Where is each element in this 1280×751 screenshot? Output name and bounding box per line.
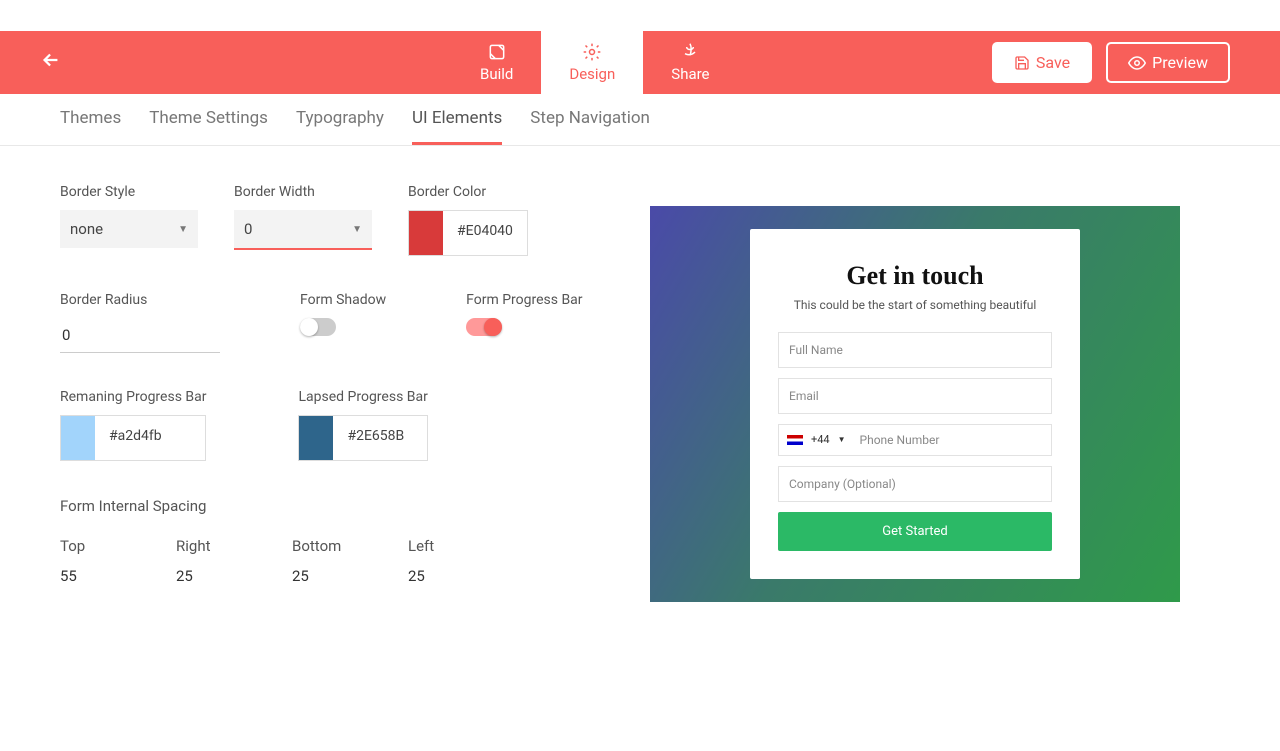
phone-placeholder: Phone Number bbox=[860, 433, 940, 447]
top-bar: Build Design Share Save Preview bbox=[0, 31, 1280, 94]
tab-build-label: Build bbox=[480, 65, 513, 83]
get-started-button[interactable]: Get Started bbox=[778, 512, 1052, 551]
tab-share[interactable]: Share bbox=[643, 31, 737, 94]
preview-label: Preview bbox=[1152, 53, 1208, 72]
chevron-down-icon: ▼ bbox=[838, 435, 846, 444]
chevron-down-icon: ▼ bbox=[352, 224, 362, 235]
border-style-label: Border Style bbox=[60, 184, 198, 200]
subnav-typography[interactable]: Typography bbox=[296, 108, 384, 145]
save-icon bbox=[1014, 55, 1030, 71]
country-code[interactable]: +44 bbox=[811, 433, 830, 446]
lapsed-color-swatch[interactable] bbox=[299, 416, 333, 460]
tab-build[interactable]: Build bbox=[452, 31, 541, 94]
border-width-label: Border Width bbox=[234, 184, 372, 200]
settings-panel: Border Style none ▼ Border Width 0 ▼ Bor… bbox=[0, 146, 650, 602]
tab-share-label: Share bbox=[671, 65, 709, 83]
spacing-right-label: Right bbox=[176, 537, 292, 555]
border-width-select[interactable]: 0 ▼ bbox=[234, 210, 372, 250]
lapsed-color-input[interactable]: #2E658B bbox=[298, 415, 427, 461]
progress-bar-label: Form Progress Bar bbox=[466, 292, 582, 308]
eye-icon bbox=[1128, 54, 1146, 72]
form-title: Get in touch bbox=[778, 261, 1052, 291]
border-color-swatch[interactable] bbox=[409, 211, 443, 255]
remaining-color-input[interactable]: #a2d4fb bbox=[60, 415, 206, 461]
tab-design[interactable]: Design bbox=[541, 31, 643, 94]
border-width-value: 0 bbox=[244, 220, 252, 238]
save-label: Save bbox=[1036, 53, 1070, 72]
phone-field[interactable]: +44 ▼ Phone Number bbox=[778, 424, 1052, 456]
subnav-theme-settings[interactable]: Theme Settings bbox=[149, 108, 268, 145]
back-arrow-icon[interactable] bbox=[40, 49, 62, 77]
border-style-value: none bbox=[70, 220, 103, 238]
email-field[interactable]: Email bbox=[778, 378, 1052, 414]
lapsed-progress-label: Lapsed Progress Bar bbox=[298, 389, 427, 405]
main-nav: Build Design Share bbox=[452, 31, 738, 94]
border-color-input[interactable]: #E04040 bbox=[408, 210, 528, 256]
border-radius-input[interactable] bbox=[60, 318, 220, 353]
border-radius-label: Border Radius bbox=[60, 292, 220, 308]
form-subtitle: This could be the start of something bea… bbox=[778, 297, 1052, 314]
spacing-row: Top 55 Right 25 Bottom 25 Left 25 bbox=[60, 537, 650, 585]
spacing-left-value[interactable]: 25 bbox=[408, 567, 524, 585]
subnav-step-navigation[interactable]: Step Navigation bbox=[530, 108, 650, 145]
remaining-color-value: #a2d4fb bbox=[95, 416, 176, 460]
form-shadow-label: Form Shadow bbox=[300, 292, 386, 308]
subnav-ui-elements[interactable]: UI Elements bbox=[412, 108, 502, 145]
spacing-bottom-label: Bottom bbox=[292, 537, 408, 555]
remaining-progress-label: Remaning Progress Bar bbox=[60, 389, 206, 405]
form-shadow-toggle[interactable] bbox=[300, 318, 336, 336]
spacing-top-label: Top bbox=[60, 537, 176, 555]
form-card: Get in touch This could be the start of … bbox=[750, 229, 1080, 579]
sub-nav: Themes Theme Settings Typography UI Elem… bbox=[0, 94, 1280, 146]
top-actions: Save Preview bbox=[992, 42, 1230, 83]
spacing-top-value[interactable]: 55 bbox=[60, 567, 176, 585]
company-field[interactable]: Company (Optional) bbox=[778, 466, 1052, 502]
border-color-value: #E04040 bbox=[443, 211, 527, 255]
spacing-bottom-value[interactable]: 25 bbox=[292, 567, 408, 585]
spacing-left-label: Left bbox=[408, 537, 524, 555]
preview-button[interactable]: Preview bbox=[1106, 42, 1230, 83]
border-color-label: Border Color bbox=[408, 184, 528, 200]
progress-bar-toggle[interactable] bbox=[466, 318, 502, 336]
form-spacing-label: Form Internal Spacing bbox=[60, 497, 650, 515]
subnav-themes[interactable]: Themes bbox=[60, 108, 121, 145]
remaining-color-swatch[interactable] bbox=[61, 416, 95, 460]
save-button[interactable]: Save bbox=[992, 42, 1092, 83]
border-style-select[interactable]: none ▼ bbox=[60, 210, 198, 248]
tab-design-label: Design bbox=[569, 65, 615, 83]
lapsed-color-value: #2E658B bbox=[333, 416, 418, 460]
spacing-right-value[interactable]: 25 bbox=[176, 567, 292, 585]
full-name-field[interactable]: Full Name bbox=[778, 332, 1052, 368]
flag-icon bbox=[787, 435, 803, 445]
form-preview-area: Get in touch This could be the start of … bbox=[650, 206, 1180, 602]
chevron-down-icon: ▼ bbox=[178, 224, 188, 235]
